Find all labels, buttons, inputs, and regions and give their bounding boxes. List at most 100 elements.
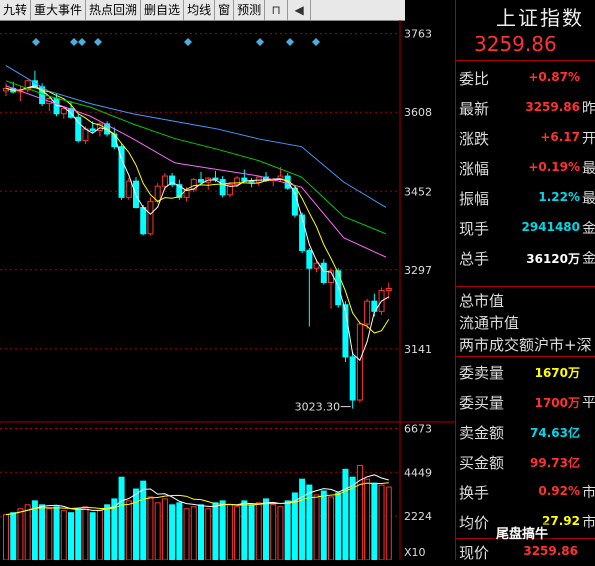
volume-bar bbox=[299, 478, 306, 560]
chart-toolbar: 九转 重大事件 热点回溯 删自选 均线窗预测 ⊓ ◀ bbox=[0, 0, 405, 21]
signal-marker bbox=[94, 38, 102, 46]
row-label: 最新 bbox=[459, 100, 490, 118]
ma30-line bbox=[5, 80, 387, 235]
candle-body bbox=[364, 300, 371, 325]
volume-bar bbox=[147, 496, 154, 560]
y-tick-label: 3297 bbox=[404, 264, 432, 277]
rows-row: 委比 +0.87% bbox=[456, 64, 595, 92]
volume-bar bbox=[371, 482, 378, 560]
volume-bar bbox=[46, 508, 53, 560]
volume-bar bbox=[263, 498, 269, 560]
rows-row: 现手 2941480 金 bbox=[456, 214, 595, 242]
low-price-annotation: 3023.30 bbox=[295, 401, 341, 414]
row-tail: 金 bbox=[582, 221, 595, 237]
candle-body bbox=[349, 356, 356, 401]
rows2-row: 委买量 1700万平 bbox=[456, 388, 595, 416]
signal-marker bbox=[312, 38, 320, 46]
row-tail: 市 bbox=[582, 515, 595, 531]
row-value: 1.22% bbox=[538, 190, 580, 204]
signal-marker bbox=[78, 38, 86, 46]
rows2-row: 买金额 99.73亿 bbox=[456, 448, 595, 476]
pin-icon[interactable]: ◀ bbox=[288, 0, 312, 20]
volume-bar bbox=[154, 502, 161, 560]
volume-bar bbox=[313, 494, 320, 560]
signal-marker bbox=[286, 38, 294, 46]
rows-row: 最新 3259.86 昨 bbox=[456, 94, 595, 122]
row-value: 2941480 bbox=[521, 220, 580, 234]
row-label: 委卖量 bbox=[459, 364, 505, 382]
toolbar-item-6[interactable]: 预测 bbox=[234, 0, 266, 20]
volume-bar bbox=[161, 498, 168, 560]
row-tail: 金 bbox=[582, 251, 595, 267]
toolbar-item-5[interactable]: 窗 bbox=[215, 0, 235, 20]
volume-bar bbox=[198, 504, 204, 560]
volume-bar bbox=[24, 504, 31, 560]
volume-bar bbox=[190, 506, 197, 560]
volume-bar bbox=[328, 496, 334, 560]
plain-label: 总市值 bbox=[459, 292, 505, 310]
volume-bar bbox=[277, 506, 284, 560]
candle-body bbox=[161, 175, 168, 187]
volume-bar bbox=[378, 484, 385, 560]
toolbar-item-1[interactable]: 重大事件 bbox=[31, 0, 87, 20]
row-tail: 开 bbox=[582, 131, 595, 147]
volume-bar bbox=[31, 500, 38, 560]
toolbar-item-4[interactable]: 均线 bbox=[184, 0, 216, 20]
volume-tick-label: 6673 bbox=[404, 422, 432, 435]
rows-row: 涨幅 +0.19% 最 bbox=[456, 154, 595, 182]
volume-bar bbox=[255, 502, 262, 560]
candle-body bbox=[89, 128, 96, 131]
quote-panel: 上证指数 3259.86 委比 +0.87% 最新 3259.86 昨涨跌 +6.17 开涨… bbox=[455, 0, 595, 562]
row-tail: 昨 bbox=[582, 101, 595, 117]
plain-label: 两市成交额沪市+深 bbox=[459, 336, 592, 354]
volume-bar bbox=[96, 510, 103, 560]
volume-bar bbox=[234, 506, 241, 560]
candle-body bbox=[60, 108, 67, 115]
index-title: 上证指数 bbox=[496, 6, 584, 30]
volume-bar bbox=[10, 512, 17, 560]
volume-bar bbox=[320, 490, 327, 560]
volume-bar bbox=[82, 506, 89, 560]
signal-marker bbox=[184, 38, 192, 46]
y-tick-label: 3763 bbox=[404, 28, 432, 41]
volume-bar bbox=[212, 502, 219, 560]
candle-body bbox=[306, 250, 313, 269]
y-tick-label: 3608 bbox=[404, 106, 432, 119]
volume-bar bbox=[205, 508, 212, 560]
row-tail: 最 bbox=[582, 191, 595, 207]
volume-bar bbox=[176, 502, 183, 560]
volume-bar bbox=[284, 500, 291, 560]
toolbar-item-2[interactable]: 热点回溯 bbox=[86, 0, 142, 20]
candle-body bbox=[234, 177, 241, 186]
current-price: 3259.86 bbox=[474, 32, 557, 56]
rows2-row: 卖金额 74.63亿 bbox=[456, 418, 595, 446]
y-tick-label: 3141 bbox=[404, 343, 432, 356]
volume-bar bbox=[219, 500, 226, 560]
volume-bar bbox=[241, 500, 248, 560]
row-value: +0.19% bbox=[528, 160, 580, 174]
toolbar-item-3[interactable]: 删自选 bbox=[141, 0, 185, 20]
volume-bar bbox=[248, 504, 255, 560]
row-value: 74.63亿 bbox=[530, 426, 580, 440]
y-tick-label: 3452 bbox=[404, 185, 432, 198]
row-value: 3259.86 bbox=[525, 100, 580, 114]
volume-bar bbox=[270, 504, 277, 560]
row-label: 委买量 bbox=[459, 394, 505, 412]
volume-bar bbox=[75, 508, 82, 560]
rows-row: 振幅 1.22% 最 bbox=[456, 184, 595, 212]
lock-icon[interactable]: ⊓ bbox=[265, 0, 289, 20]
volume-bar bbox=[349, 476, 356, 560]
volume-bar bbox=[306, 484, 313, 560]
row-value: 36120万 bbox=[526, 252, 580, 266]
toolbar-item-0[interactable]: 九转 bbox=[0, 0, 32, 20]
row-tail: 市 bbox=[582, 485, 595, 501]
volume-bar bbox=[385, 486, 392, 560]
candle-body bbox=[385, 288, 392, 292]
candle-body bbox=[198, 179, 204, 183]
candle-body bbox=[320, 262, 327, 283]
candle-body bbox=[82, 128, 89, 142]
row-label: 换手 bbox=[459, 484, 490, 502]
signal-marker bbox=[256, 38, 264, 46]
row-label: 涨跌 bbox=[459, 130, 490, 148]
row-label: 卖金额 bbox=[459, 424, 505, 442]
